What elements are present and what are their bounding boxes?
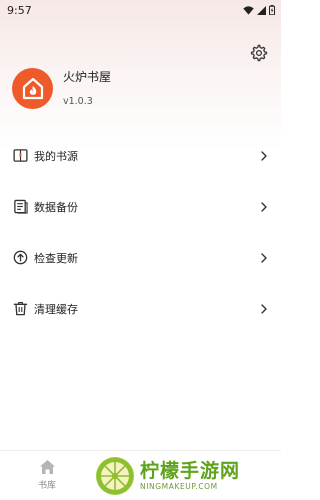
status-icons <box>243 5 275 15</box>
chevron-right-icon <box>261 150 267 161</box>
home-icon <box>39 460 55 474</box>
signal-icon <box>257 5 266 15</box>
watermark-title: 柠檬手游网 <box>140 460 241 482</box>
chevron-right-icon <box>261 303 267 314</box>
book-source-icon <box>12 148 28 164</box>
avatar <box>12 68 53 109</box>
chevron-right-icon <box>261 201 267 212</box>
wifi-icon <box>243 5 254 15</box>
watermark-subtitle: NINGMAKEUP.COM <box>140 482 218 491</box>
profile-section: 火炉书屋 v1.0.3 <box>12 68 111 109</box>
menu-item-clear-cache[interactable]: 清理缓存 <box>0 283 281 334</box>
menu-item-label: 我的书源 <box>34 149 78 163</box>
fire-house-logo-icon <box>22 77 43 99</box>
update-icon <box>12 250 28 266</box>
settings-button[interactable] <box>250 44 268 62</box>
status-time: 9:57 <box>7 3 32 17</box>
app-name: 火炉书屋 <box>63 70 112 84</box>
gear-icon <box>250 44 268 62</box>
trash-icon <box>12 301 28 317</box>
app-version: v1.0.3 <box>63 96 93 107</box>
menu-item-check-update[interactable]: 检查更新 <box>0 232 281 283</box>
lemon-logo <box>96 457 134 495</box>
status-bar: 9:57 <box>0 0 281 20</box>
menu-item-book-sources[interactable]: 我的书源 <box>0 130 281 181</box>
menu-item-label: 数据备份 <box>34 200 78 214</box>
chevron-right-icon <box>261 252 267 263</box>
menu-item-label: 清理缓存 <box>34 302 78 316</box>
menu-item-data-backup[interactable]: 数据备份 <box>0 181 281 232</box>
watermark: 柠檬手游网 NINGMAKEUP.COM <box>96 455 278 497</box>
tab-library[interactable]: 书库 <box>28 459 66 491</box>
tab-label: 书库 <box>37 481 56 491</box>
settings-menu: 我的书源 数据备份 检查更新 清理缓存 <box>0 130 281 334</box>
backup-icon <box>12 199 28 215</box>
battery-icon <box>269 5 275 15</box>
menu-item-label: 检查更新 <box>34 251 78 265</box>
